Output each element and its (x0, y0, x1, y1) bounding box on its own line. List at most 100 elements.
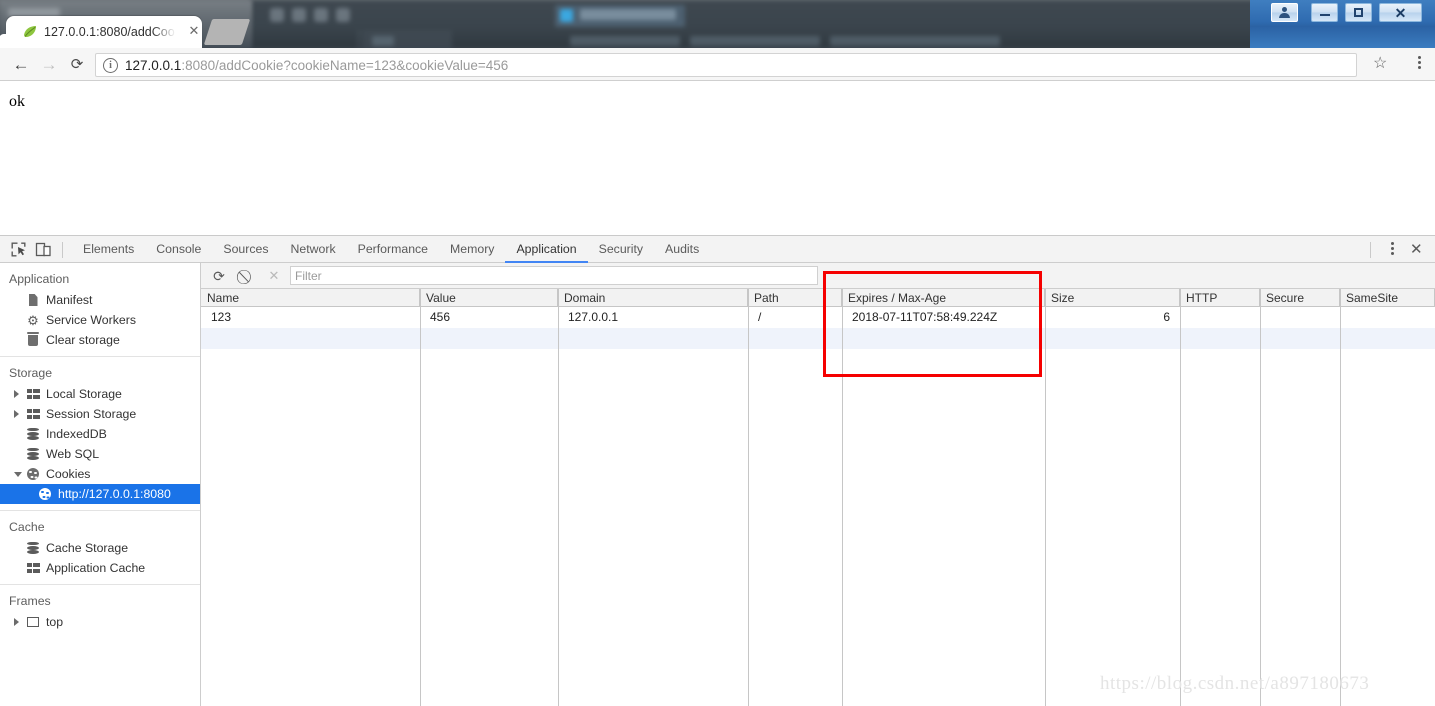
tab-performance[interactable]: Performance (347, 236, 439, 263)
screenshot-root: ✕ 127.0.0.1:8080/addCoo ✕ ← → ⟳ i 127.0.… (0, 0, 1435, 706)
sidebar-item-label: top (46, 615, 64, 629)
maximize-button[interactable] (1345, 3, 1372, 22)
cookies-panel: ⟳ ⃠ ✕ Name Value Domain Path Expires / M… (201, 263, 1435, 706)
background-divider (358, 30, 359, 48)
filter-input[interactable] (290, 266, 818, 285)
column-header-path[interactable]: Path (748, 289, 842, 307)
column-header-secure[interactable]: Secure (1260, 289, 1340, 307)
table-row[interactable] (201, 328, 1435, 349)
tab-memory[interactable]: Memory (439, 236, 505, 263)
sidebar-item-label: Application Cache (46, 561, 146, 575)
cell-samesite (1340, 307, 1435, 328)
watermark-text: https://blog.csdn.net/a897180673 (1100, 673, 1370, 694)
tab-security[interactable]: Security (588, 236, 654, 263)
sidebar-item-cache-storage[interactable]: Cache Storage (0, 538, 200, 558)
column-divider[interactable] (1260, 289, 1261, 706)
column-header-samesite[interactable]: SameSite (1340, 289, 1435, 307)
device-toolbar-icon[interactable] (35, 241, 52, 258)
close-icon: ✕ (1394, 4, 1407, 21)
column-divider[interactable] (842, 289, 843, 706)
sidebar-item-indexeddb[interactable]: IndexedDB (0, 424, 200, 444)
sidebar-item-label: Web SQL (46, 447, 100, 461)
browser-toolbar: ← → ⟳ i 127.0.0.1:8080/addCookie?cookieN… (0, 48, 1435, 81)
refresh-button[interactable]: ⟳ (210, 267, 228, 285)
tab-application[interactable]: Application (505, 236, 587, 263)
sidebar-item-cookies[interactable]: Cookies (0, 464, 200, 484)
column-header-expires[interactable]: Expires / Max-Age (842, 289, 1045, 307)
user-account-button[interactable] (1271, 3, 1298, 22)
close-window-button[interactable]: ✕ (1379, 3, 1422, 22)
bookmark-star-icon[interactable]: ☆ (1373, 56, 1387, 72)
sidebar-item-application-cache[interactable]: Application Cache (0, 558, 200, 578)
background-text-line (372, 36, 394, 46)
clear-all-cookies-button[interactable]: ⃠ (238, 267, 256, 285)
tab-audits[interactable]: Audits (654, 236, 710, 263)
devtools-menu-icon[interactable] (1385, 240, 1399, 260)
devtools-close-icon[interactable]: ✕ (1410, 240, 1423, 259)
chevron-down-icon[interactable] (14, 471, 22, 477)
forward-button[interactable]: → (38, 54, 60, 76)
browser-tab-active[interactable]: 127.0.0.1:8080/addCoo ✕ (6, 16, 202, 48)
column-header-value[interactable]: Value (420, 289, 558, 307)
devtools-tabs: Elements Console Sources Network Perform… (72, 236, 710, 263)
sidebar-item-label: Session Storage (46, 407, 137, 421)
minimize-button[interactable] (1311, 3, 1338, 22)
tab-network[interactable]: Network (280, 236, 347, 263)
cell-expires: 2018-07-11T07:58:49.224Z (852, 310, 998, 324)
column-divider[interactable] (748, 289, 749, 706)
sidebar-item-manifest[interactable]: Manifest (0, 290, 200, 310)
devtools-panel: Elements Console Sources Network Perform… (0, 235, 1435, 706)
column-divider[interactable] (1340, 289, 1341, 706)
tab-sources[interactable]: Sources (212, 236, 279, 263)
chevron-right-icon[interactable] (14, 390, 19, 398)
sidebar-item-cookie-origin[interactable]: http://127.0.0.1:8080 (0, 484, 200, 504)
sidebar-item-frame-top[interactable]: top (0, 612, 200, 632)
background-text-line (690, 36, 820, 46)
sidebar-item-service-workers[interactable]: ⚙ Service Workers (0, 310, 200, 330)
back-button[interactable]: ← (10, 54, 32, 76)
column-header-http[interactable]: HTTP (1180, 289, 1260, 307)
minimize-icon (1319, 14, 1330, 16)
page-info-icon[interactable]: i (103, 58, 118, 73)
column-divider[interactable] (1045, 289, 1046, 706)
table-row[interactable]: 123 456 127.0.0.1 / 2018-07-11T07:58:49.… (201, 307, 1435, 328)
cell-domain: 127.0.0.1 (568, 310, 619, 324)
column-header-name[interactable]: Name (201, 289, 420, 307)
maximize-icon (1354, 8, 1363, 17)
inspect-element-icon[interactable] (10, 241, 27, 258)
chevron-right-icon[interactable] (14, 410, 19, 418)
reload-button[interactable]: ⟳ (66, 54, 88, 76)
tab-console[interactable]: Console (145, 236, 212, 263)
column-divider[interactable] (558, 289, 559, 706)
delete-cookie-button[interactable]: ✕ (265, 267, 283, 285)
tab-elements[interactable]: Elements (72, 236, 145, 263)
sidebar-item-label: Cache Storage (46, 541, 129, 555)
sidebar-item-clear-storage[interactable]: Clear storage (0, 330, 200, 350)
background-icon (314, 8, 328, 22)
tab-close-icon[interactable]: ✕ (186, 23, 202, 39)
table-row[interactable] (201, 349, 1435, 370)
column-header-size[interactable]: Size (1045, 289, 1180, 307)
cookie-icon (26, 467, 40, 481)
page-body-text: ok (9, 93, 25, 110)
sidebar-group-application: Application (9, 272, 70, 286)
column-divider[interactable] (420, 289, 421, 706)
browser-menu-icon[interactable] (1411, 54, 1427, 74)
sidebar-item-label: Local Storage (46, 387, 122, 401)
grid-icon (26, 407, 40, 421)
sidebar-item-session-storage[interactable]: Session Storage (0, 404, 200, 424)
new-tab-button[interactable] (203, 19, 251, 45)
sidebar-item-label: Cookies (46, 467, 91, 481)
sidebar-item-local-storage[interactable]: Local Storage (0, 384, 200, 404)
background-icon (270, 8, 284, 22)
address-bar[interactable]: i 127.0.0.1:8080/addCookie?cookieName=12… (95, 53, 1357, 77)
cell-value: 456 (430, 310, 451, 324)
sidebar-item-web-sql[interactable]: Web SQL (0, 444, 200, 464)
sidebar-item-label: http://127.0.0.1:8080 (58, 487, 171, 501)
background-text-line (830, 36, 1000, 46)
column-divider[interactable] (1180, 289, 1181, 706)
column-header-domain[interactable]: Domain (558, 289, 748, 307)
frame-icon (26, 615, 40, 629)
grid-icon (26, 561, 40, 575)
chevron-right-icon[interactable] (14, 618, 19, 626)
